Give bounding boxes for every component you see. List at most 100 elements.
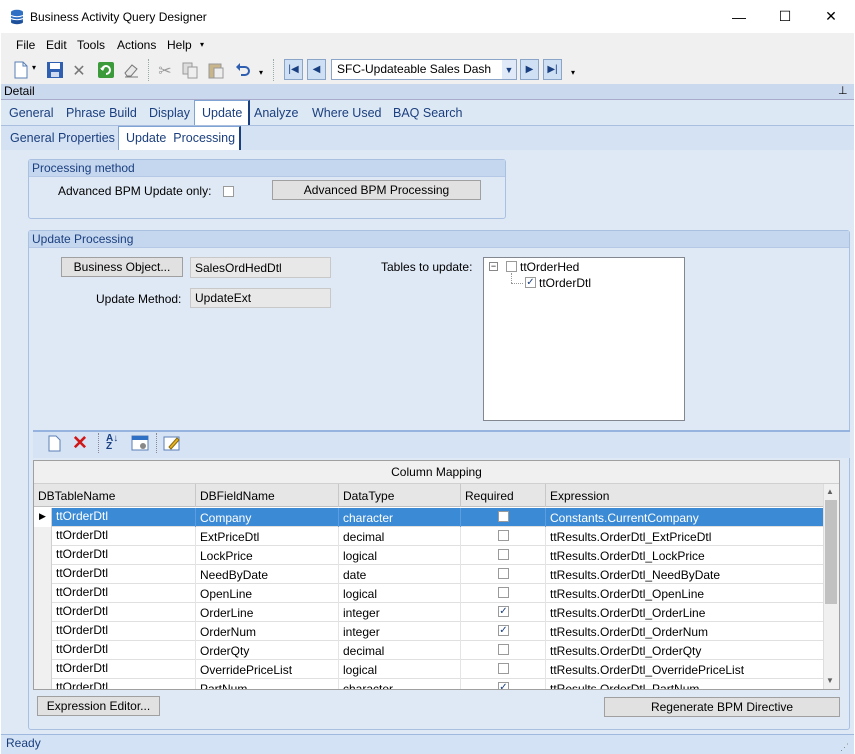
cell-dbfieldname[interactable]: OrderQty — [200, 644, 249, 658]
tab-general-properties[interactable]: General Properties — [10, 131, 115, 145]
last-record-icon[interactable]: ▶| — [543, 59, 562, 80]
copy-icon[interactable] — [181, 61, 199, 79]
delete-row-icon[interactable]: ✕ — [72, 432, 88, 455]
cell-dbtablename[interactable]: ttOrderDtl — [56, 661, 108, 675]
cell-expression[interactable]: Constants.CurrentCompany — [550, 511, 699, 525]
column-header-required[interactable]: Required — [465, 489, 514, 503]
required-checkbox[interactable]: ✓ — [498, 625, 509, 636]
tab-update-processing[interactable]: Update Processing — [126, 131, 235, 145]
column-header-dbfieldname[interactable]: DBFieldName — [200, 489, 275, 503]
scroll-down-icon[interactable]: ▼ — [826, 676, 834, 685]
row-header[interactable] — [34, 546, 52, 565]
cell-expression[interactable]: ttResults.OrderDtl_OrderQty — [550, 644, 701, 658]
cell-dbfieldname[interactable]: ExtPriceDtl — [200, 530, 259, 544]
cell-expression[interactable]: ttResults.OrderDtl_OrderLine — [550, 606, 705, 620]
cell-dbtablename[interactable]: ttOrderDtl — [56, 509, 108, 523]
table-row[interactable]: ttOrderDtl LockPrice logical ttResults.Orde… — [34, 546, 824, 565]
required-checkbox[interactable] — [498, 549, 509, 560]
table-row[interactable]: ttOrderDtl ExtPriceDtl decimal ttResults.Or… — [34, 527, 824, 546]
required-checkbox[interactable]: ✓ — [498, 606, 509, 617]
clear-icon[interactable] — [122, 61, 140, 79]
refresh-icon[interactable] — [97, 61, 115, 79]
cell-datatype[interactable]: decimal — [343, 644, 384, 658]
cell-expression[interactable]: ttResults.OrderDtl_NeedByDate — [550, 568, 720, 582]
undo-icon[interactable] — [234, 61, 252, 79]
paste-icon[interactable] — [207, 61, 225, 79]
tree-item-ttorderhed[interactable]: ttOrderHed — [520, 260, 579, 274]
table-row[interactable]: ttOrderDtl OrderQty decimal ttResults.Order… — [34, 641, 824, 660]
cell-expression[interactable]: ttResults.OrderDtl_OverridePriceList — [550, 663, 744, 677]
column-header-expression[interactable]: Expression — [550, 489, 609, 503]
chevron-down-icon[interactable]: ▼ — [502, 60, 516, 79]
menu-tools[interactable]: Tools — [77, 38, 105, 52]
scroll-up-icon[interactable]: ▲ — [826, 487, 834, 496]
tab-update[interactable]: Update — [202, 106, 242, 120]
table-row[interactable]: ttOrderDtl OrderLine integer ttResults.Orde… — [34, 603, 824, 622]
tab-analyze[interactable]: Analyze — [254, 106, 298, 120]
row-header[interactable] — [34, 660, 52, 679]
required-checkbox[interactable]: ✓ — [498, 682, 509, 689]
required-checkbox[interactable] — [498, 663, 509, 674]
menu-overflow-icon[interactable]: ▾ — [200, 40, 204, 49]
row-header[interactable] — [34, 641, 52, 660]
cell-datatype[interactable]: integer — [343, 606, 380, 620]
advanced-bpm-processing-button[interactable]: Advanced BPM Processing — [272, 180, 481, 200]
column-header-datatype[interactable]: DataType — [343, 489, 394, 503]
cell-dbtablename[interactable]: ttOrderDtl — [56, 680, 108, 689]
cell-dbfieldname[interactable]: OrderLine — [200, 606, 253, 620]
tree-item-ttorderdtl[interactable]: ttOrderDtl — [539, 276, 591, 290]
cell-dbtablename[interactable]: ttOrderDtl — [56, 585, 108, 599]
scrollbar-thumb[interactable] — [825, 500, 837, 604]
cell-expression[interactable]: ttResults.OrderDtl_OpenLine — [550, 587, 704, 601]
cell-dbfieldname[interactable]: Company — [200, 511, 251, 525]
row-header[interactable]: ▶ — [34, 508, 52, 527]
cell-dbfieldname[interactable]: LockPrice — [200, 549, 253, 563]
cell-datatype[interactable]: decimal — [343, 530, 384, 544]
cell-dbtablename[interactable]: ttOrderDtl — [56, 604, 108, 618]
new-icon[interactable] — [13, 61, 29, 79]
edit-expression-icon[interactable] — [163, 435, 181, 451]
required-checkbox[interactable] — [498, 511, 509, 522]
cell-dbfieldname[interactable]: OpenLine — [200, 587, 252, 601]
cell-dbtablename[interactable]: ttOrderDtl — [56, 528, 108, 542]
business-object-field[interactable]: SalesOrdHedDtl — [190, 257, 331, 278]
table-row[interactable]: ttOrderDtl OrderNum integer ttResults.Order… — [34, 622, 824, 641]
cut-icon[interactable]: ✂ — [156, 62, 174, 80]
minimize-button[interactable]: — — [716, 0, 762, 33]
required-checkbox[interactable] — [498, 644, 509, 655]
update-method-field[interactable]: UpdateExt — [190, 288, 331, 308]
next-record-icon[interactable]: ▶ — [520, 59, 539, 80]
cell-expression[interactable]: ttResults.OrderDtl_OrderNum — [550, 625, 708, 639]
cell-datatype[interactable]: character — [343, 682, 393, 689]
delete-icon[interactable]: ✕ — [70, 62, 88, 80]
save-icon[interactable] — [46, 61, 64, 79]
new-row-icon[interactable] — [48, 435, 62, 452]
cell-dbtablename[interactable]: ttOrderDtl — [56, 547, 108, 561]
table-row[interactable]: ttOrderDtl OpenLine logical ttResults.Order… — [34, 584, 824, 603]
table-row[interactable]: ttOrderDtl PartNum character ttResults.Orde… — [34, 679, 824, 689]
cell-datatype[interactable]: date — [343, 568, 366, 582]
row-header[interactable] — [34, 584, 52, 603]
cell-expression[interactable]: ttResults.OrderDtl_ExtPriceDtl — [550, 530, 711, 544]
tab-baq-search[interactable]: BAQ Search — [393, 106, 462, 120]
previous-record-icon[interactable]: ◀ — [307, 59, 326, 80]
table-row[interactable]: ▶ ttOrderDtl Company character Constants.Cur… — [34, 508, 824, 527]
cell-dbfieldname[interactable]: OrderNum — [200, 625, 256, 639]
cell-datatype[interactable]: logical — [343, 587, 377, 601]
cell-expression[interactable]: ttResults.OrderDtl_PartNum — [550, 682, 699, 689]
cell-datatype[interactable]: logical — [343, 549, 377, 563]
business-object-button[interactable]: Business Object... — [61, 257, 183, 277]
cell-dbtablename[interactable]: ttOrderDtl — [56, 566, 108, 580]
pin-icon[interactable]: ⊥ — [838, 84, 848, 97]
advanced-bpm-checkbox[interactable] — [223, 186, 234, 197]
expression-editor-button[interactable]: Expression Editor... — [37, 696, 160, 716]
menu-file[interactable]: File — [16, 38, 35, 52]
regenerate-bpm-directive-button[interactable]: Regenerate BPM Directive — [604, 697, 840, 717]
cell-dbfieldname[interactable]: PartNum — [200, 682, 247, 689]
cell-datatype[interactable]: character — [343, 511, 393, 525]
menu-help[interactable]: Help — [167, 38, 192, 52]
required-checkbox[interactable] — [498, 568, 509, 579]
row-header[interactable] — [34, 679, 52, 689]
cell-datatype[interactable]: integer — [343, 625, 380, 639]
menu-edit[interactable]: Edit — [46, 38, 67, 52]
